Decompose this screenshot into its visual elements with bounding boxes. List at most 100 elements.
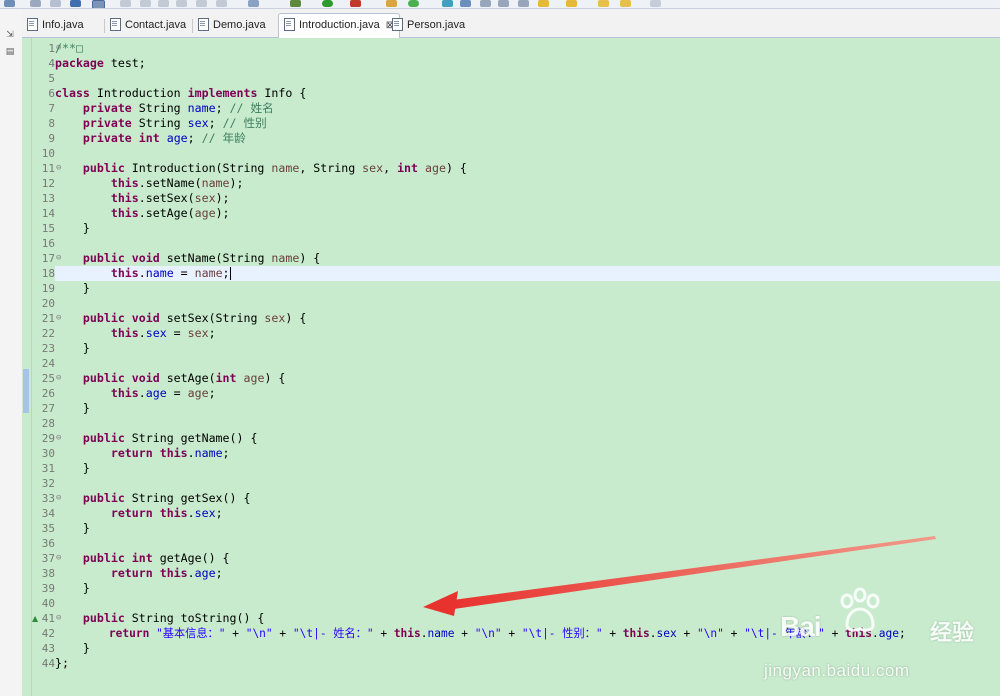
line-number: 19 [41,282,55,295]
main-toolbar [0,0,1000,9]
back-icon[interactable] [598,0,609,7]
tab-label: Contact.java [125,19,187,31]
line-number: 34 [41,507,55,520]
line-number: 30 [41,447,55,460]
java-file-icon [198,17,209,31]
code-line-11[interactable]: public Introduction(String name, String … [55,161,1000,176]
code-line-12[interactable]: this.setName(name); [55,176,1000,191]
line-number: 11 [41,162,55,175]
line-number: 29 [41,432,55,445]
code-line-15[interactable]: } [55,221,1000,236]
new-icon[interactable] [4,0,15,7]
save-all-icon[interactable] [50,0,61,7]
code-line-18-current[interactable]: this.name = name; [55,266,1000,281]
code-editor[interactable]: 1 ⊕ 4 5 6 7 8 9 10 11 ⊖ 12 13 14 15 16 17 ⊖ 18 19 20 21 ⊖ 22 23 2… [22,38,1000,696]
tab-label: Person.java [407,19,466,31]
next-annotation-icon[interactable] [538,0,549,7]
code-line-1[interactable]: /**□ [55,41,1000,56]
code-line-26[interactable]: this.age = age; [55,386,1000,401]
line-number: 28 [41,417,55,430]
line-number: 22 [41,327,55,340]
line-number: 21 [41,312,55,325]
code-line-25[interactable]: public void setAge(int age) { [55,371,1000,386]
code-line-17[interactable]: public void setName(String name) { [55,251,1000,266]
new-package-icon[interactable] [408,0,419,7]
code-line-7[interactable]: private String name; // 姓名 [55,101,1000,116]
code-line-6[interactable]: class Introduction implements Info { [55,86,1000,101]
line-number: 15 [41,222,55,235]
debug-terminate-icon[interactable] [176,0,187,7]
line-number: 26 [41,387,55,400]
search-tool-icon[interactable] [498,0,509,7]
code-line-42[interactable]: return "基本信息：" + "\n" + "\t|- 姓名：" + thi… [55,626,1000,641]
debug-suspend-icon[interactable] [158,0,169,7]
code-line-23[interactable]: } [55,341,1000,356]
forward-icon[interactable] [650,0,661,7]
open-task-icon[interactable] [480,0,491,7]
debug-run-icon[interactable] [290,0,301,7]
vertical-ruler [22,38,32,696]
debug-resume-icon[interactable] [140,0,151,7]
line-number: 36 [41,537,55,550]
debug-step-icon[interactable] [120,0,131,7]
code-line-13[interactable]: this.setSex(sex); [55,191,1000,206]
java-file-icon [392,17,403,31]
line-number: 7 [48,102,55,115]
code-line-31[interactable]: } [55,461,1000,476]
line-number: 27 [41,402,55,415]
new-class-icon[interactable] [442,0,453,7]
debug-disconnect-icon[interactable] [196,0,207,7]
line-number: 5 [48,72,55,85]
code-line-27[interactable]: } [55,401,1000,416]
tab-person-java[interactable]: Person.java [392,14,465,37]
line-number: 44 [41,657,55,670]
left-trim-stack: ⇲ ▤ [0,9,23,696]
code-line-22[interactable]: this.sex = sex; [55,326,1000,341]
tab-info-java[interactable]: Info.java [27,14,84,37]
editor-tab-bar: Info.java Contact.java Demo.java Introdu… [22,9,1000,38]
step-into-icon[interactable] [216,0,227,7]
prev-annotation-icon[interactable] [566,0,577,7]
toggle-mark-icon[interactable] [518,0,529,7]
search-icon[interactable] [92,0,105,8]
line-number: 37 [41,552,55,565]
restore-icon[interactable]: ⇲ [4,30,16,40]
code-area[interactable]: /**□ package test; class Introduction im… [55,38,1000,696]
code-line-4[interactable]: package test; [55,56,1000,71]
code-line-39[interactable]: } [55,581,1000,596]
code-line-8[interactable]: private String sex; // 性别 [55,116,1000,131]
line-number: 32 [41,477,55,490]
code-line-19[interactable]: } [55,281,1000,296]
tab-demo-java[interactable]: Demo.java [198,14,266,37]
new-java-project-icon[interactable] [386,0,397,7]
code-line-30[interactable]: return this.name; [55,446,1000,461]
java-file-icon [110,17,121,31]
code-line-43[interactable]: } [55,641,1000,656]
code-line-14[interactable]: this.setAge(age); [55,206,1000,221]
tab-contact-java[interactable]: Contact.java [110,14,186,37]
back-dropdown-icon[interactable] [620,0,631,7]
line-number: 31 [41,462,55,475]
java-file-icon [284,17,295,31]
override-marker-icon[interactable]: ▲ [32,611,38,626]
code-line-37[interactable]: public int getAge() { [55,551,1000,566]
code-line-41[interactable]: public String toString() { [55,611,1000,626]
save-icon[interactable] [30,0,41,7]
build-icon[interactable] [248,0,259,7]
package-explorer-icon[interactable]: ▤ [4,47,16,57]
line-number: 9 [48,132,55,145]
open-type-icon[interactable] [460,0,471,7]
external-tools-icon[interactable] [350,0,361,7]
code-line-44[interactable]: }; [55,656,1000,671]
tab-introduction-java[interactable]: Introduction.java ⊠ [278,13,401,38]
code-line-38[interactable]: return this.age; [55,566,1000,581]
code-line-33[interactable]: public String getSex() { [55,491,1000,506]
code-line-21[interactable]: public void setSex(String sex) { [55,311,1000,326]
text-cursor [229,267,231,280]
code-line-35[interactable]: } [55,521,1000,536]
code-line-29[interactable]: public String getName() { [55,431,1000,446]
code-line-34[interactable]: return this.sex; [55,506,1000,521]
run-icon[interactable] [322,0,333,7]
print-icon[interactable] [70,0,81,7]
code-line-9[interactable]: private int age; // 年龄 [55,131,1000,146]
